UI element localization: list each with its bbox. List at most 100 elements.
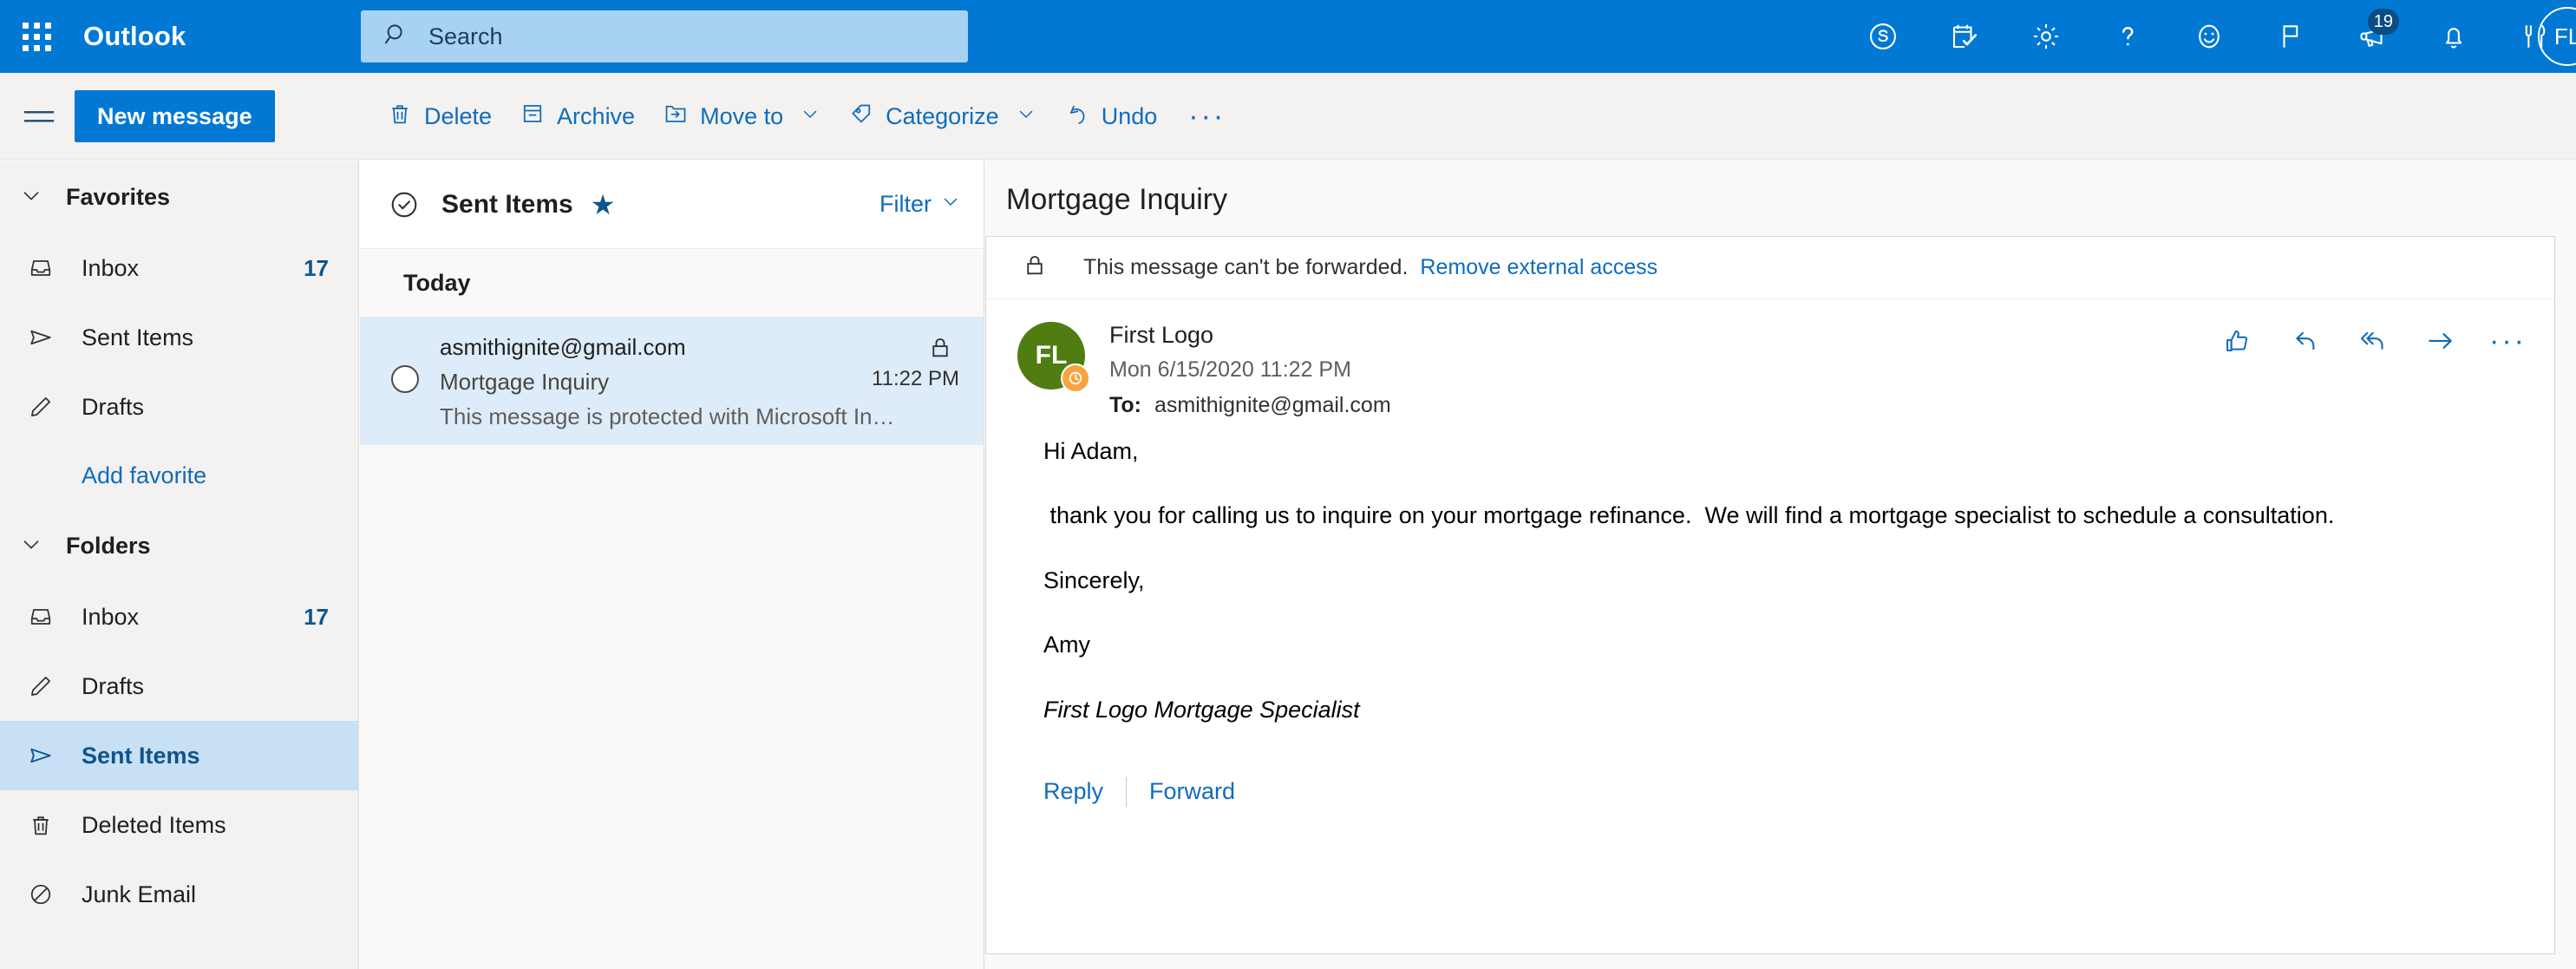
message-footer-actions: Reply Forward xyxy=(986,760,2554,807)
message-preview: This message is protected with Microsoft… xyxy=(440,403,895,429)
message-list-pane: Sent Items ★ Filter Today asmithignite@g… xyxy=(360,160,984,969)
read-unread-toggle[interactable] xyxy=(391,365,419,393)
pin-star-icon[interactable]: ★ xyxy=(591,188,616,221)
message-greeting: Hi Adam, xyxy=(1043,438,1139,464)
hamburger-menu-button[interactable] xyxy=(16,94,62,141)
sidebar-item-label: Junk Email xyxy=(82,881,197,907)
archive-button-label: Archive xyxy=(557,102,636,129)
footer-forward-link[interactable]: Forward xyxy=(1149,778,1235,805)
delete-button[interactable]: Delete xyxy=(373,90,506,142)
day-group-label: Today xyxy=(403,269,471,296)
sender-name: First Logo xyxy=(1109,322,1214,348)
sidebar-item-label: Sent Items xyxy=(82,324,194,350)
categorize-button-label: Categorize xyxy=(886,102,999,129)
sidebar-item-label: Deleted Items xyxy=(82,811,226,838)
message-time: 11:22 PM xyxy=(872,367,959,390)
command-bar: New message Delete Archive Move to Categ… xyxy=(0,73,2576,160)
calendar-task-icon[interactable] xyxy=(1924,0,2005,73)
message-body: Hi Adam, thank you for calling us to inq… xyxy=(986,418,2554,723)
sidebar-item-label: Drafts xyxy=(82,672,145,699)
move-to-button-label: Move to xyxy=(700,102,784,129)
rights-banner-text: This message can't be forwarded. xyxy=(1083,255,1409,279)
sender-avatar-initials: FL xyxy=(1035,341,1068,370)
sender-avatar[interactable]: FL xyxy=(1017,322,1090,393)
reply-icon[interactable] xyxy=(2286,322,2324,360)
favorites-group-header[interactable]: Favorites xyxy=(0,160,358,233)
skype-icon[interactable] xyxy=(1842,0,1924,73)
categorize-button[interactable]: Categorize xyxy=(834,90,1050,142)
sidebar-item-drafts[interactable]: Drafts xyxy=(0,651,358,721)
thumbs-up-icon[interactable] xyxy=(2219,322,2257,360)
send-icon xyxy=(26,324,56,350)
search-icon xyxy=(383,22,409,52)
trash-icon xyxy=(387,101,413,133)
favorites-group-label: Favorites xyxy=(66,183,171,210)
folder-sidebar: Favorites Inbox 17 Sent Items Drafts Add… xyxy=(0,160,359,969)
message-list-title: Sent Items xyxy=(441,189,573,219)
message-header: FL First Logo Mon 6/15/2020 11:22 PM To:… xyxy=(986,299,2554,418)
inbox-icon xyxy=(26,604,56,630)
sidebar-item-favorites-drafts[interactable]: Drafts xyxy=(0,372,358,442)
folders-group-header[interactable]: Folders xyxy=(0,509,358,582)
command-bar-actions: Delete Archive Move to Categorize Undo ·… xyxy=(373,73,1243,160)
undo-button[interactable]: Undo xyxy=(1050,90,1172,142)
message-list-day-group: Today xyxy=(360,249,984,317)
move-to-button[interactable]: Move to xyxy=(649,90,834,142)
smiley-icon[interactable] xyxy=(2168,0,2250,73)
message-signature: First Logo Mortgage Specialist xyxy=(1043,696,1360,723)
sidebar-item-junk-email[interactable]: Junk Email xyxy=(0,860,358,929)
sidebar-item-deleted-items[interactable]: Deleted Items xyxy=(0,790,358,860)
remove-external-access-link[interactable]: Remove external access xyxy=(1420,255,1657,280)
block-icon xyxy=(26,881,56,907)
sidebar-item-inbox[interactable]: Inbox 17 xyxy=(0,582,358,651)
select-all-icon[interactable] xyxy=(388,188,428,221)
command-bar-overflow-button[interactable]: ··· xyxy=(1171,100,1243,134)
sidebar-item-label: Drafts xyxy=(82,393,145,420)
chevron-down-icon xyxy=(940,191,961,218)
trash-icon xyxy=(26,812,56,838)
message-sender: asmithignite@gmail.com xyxy=(440,334,686,360)
sidebar-item-sent-items[interactable]: Sent Items xyxy=(0,721,358,790)
lock-icon xyxy=(926,334,954,366)
undo-button-label: Undo xyxy=(1101,102,1158,129)
gear-icon[interactable] xyxy=(2005,0,2087,73)
megaphone-icon[interactable]: 19 xyxy=(2331,0,2413,73)
delete-button-label: Delete xyxy=(424,102,493,129)
new-message-button[interactable]: New message xyxy=(75,90,275,142)
filter-button[interactable]: Filter xyxy=(879,191,961,218)
send-icon xyxy=(26,743,56,769)
help-icon[interactable] xyxy=(2087,0,2168,73)
clock-badge-icon xyxy=(1061,363,1090,393)
waffle-icon xyxy=(22,22,51,51)
sidebar-item-favorites-inbox[interactable]: Inbox 17 xyxy=(0,233,358,303)
reading-pane: Mortgage Inquiry This message can't be f… xyxy=(985,160,2576,969)
search-placeholder: Search xyxy=(428,23,503,49)
message-recipients: To: asmithignite@gmail.com xyxy=(1109,393,1391,418)
rights-management-banner: This message can't be forwarded. Remove … xyxy=(986,237,2554,299)
sidebar-item-count: 17 xyxy=(304,254,329,281)
message-paragraph: thank you for calling us to inquire on y… xyxy=(1043,502,2335,529)
reply-all-icon[interactable] xyxy=(2354,322,2392,360)
chevron-down-icon xyxy=(800,103,821,130)
folders-group-label: Folders xyxy=(66,532,151,559)
footer-divider xyxy=(1126,776,1128,807)
add-favorite-link[interactable]: Add favorite xyxy=(0,442,358,509)
chevron-down-icon xyxy=(19,183,43,212)
message-list-item[interactable]: asmithignite@gmail.com Mortgage Inquiry … xyxy=(360,317,984,445)
message-card: This message can't be forwarded. Remove … xyxy=(985,236,2555,954)
footer-reply-link[interactable]: Reply xyxy=(1043,778,1103,805)
sidebar-item-label: Inbox xyxy=(82,603,140,630)
app-launcher-button[interactable] xyxy=(0,0,73,73)
search-box[interactable]: Search xyxy=(361,10,968,62)
tag-icon xyxy=(848,101,874,133)
top-bar-icon-group: 19 xyxy=(1842,0,2576,73)
bell-icon[interactable] xyxy=(2413,0,2494,73)
flag-icon[interactable] xyxy=(2250,0,2331,73)
archive-button[interactable]: Archive xyxy=(506,90,649,142)
sidebar-item-favorites-sent[interactable]: Sent Items xyxy=(0,303,358,372)
forward-arrow-icon[interactable] xyxy=(2422,322,2460,360)
inbox-icon xyxy=(26,255,56,281)
message-overflow-button[interactable]: ··· xyxy=(2489,324,2527,358)
message-signoff-name: Amy xyxy=(1043,632,1090,658)
lock-icon xyxy=(1021,252,1049,284)
